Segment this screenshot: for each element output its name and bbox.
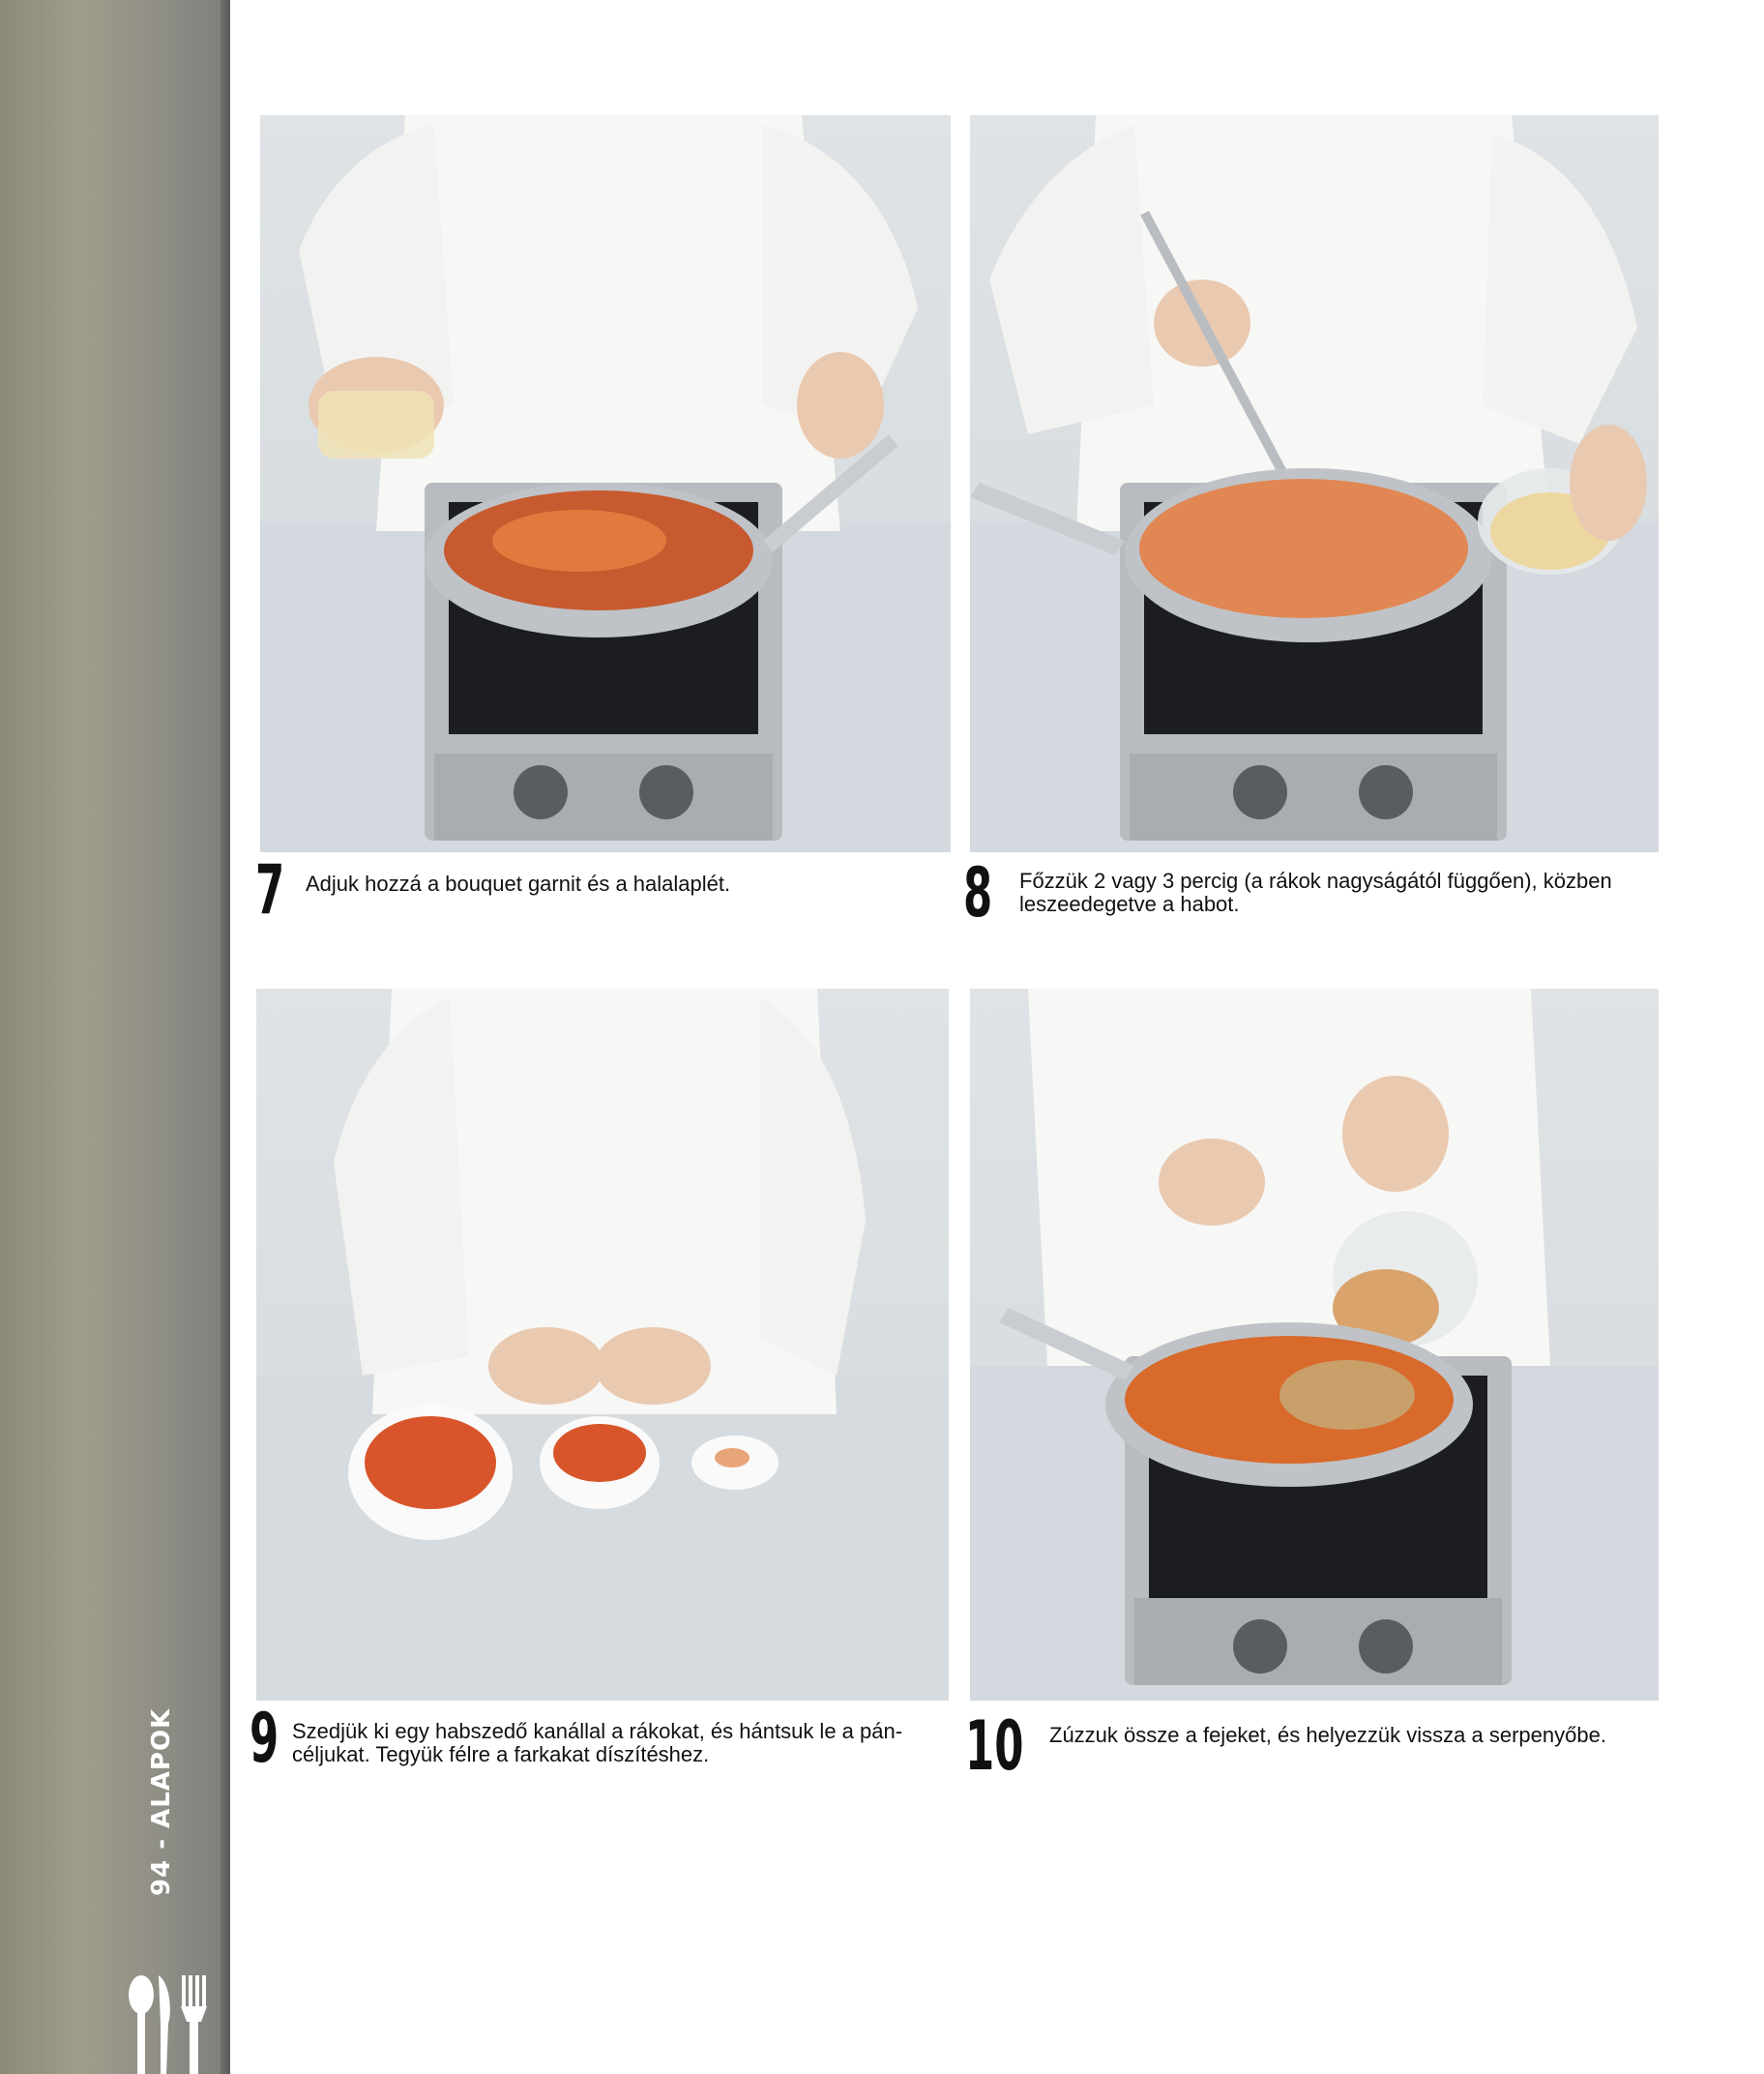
step-10-photo [970,989,1659,1701]
spoon-knife-fork-icon [129,1975,207,2074]
book-spine [0,0,230,2074]
spine-edge [220,0,230,2074]
step-7-text: Adjuk hozzá a bouquet garnit és a halala… [306,872,731,896]
step-7-photo [260,115,951,852]
step-8-photo [970,115,1659,852]
step-9-text: Szedjük ki egy habszedő kanállal a rákok… [292,1719,903,1766]
step-8-text: Főzzük 2 vagy 3 percig (a rákok nagyságá… [1019,869,1612,916]
step-10-text: Zúzzuk össze a fejeket, és helyezzük vis… [1049,1723,1606,1747]
step-10-number: 10 [965,1706,1024,1786]
step-7-number: 7 [255,850,285,930]
page-number-label: 94 - ALAPOK [147,1707,176,1896]
step-8-number: 8 [963,853,993,933]
step-9-number: 9 [250,1699,279,1778]
step-9-photo [256,989,949,1701]
